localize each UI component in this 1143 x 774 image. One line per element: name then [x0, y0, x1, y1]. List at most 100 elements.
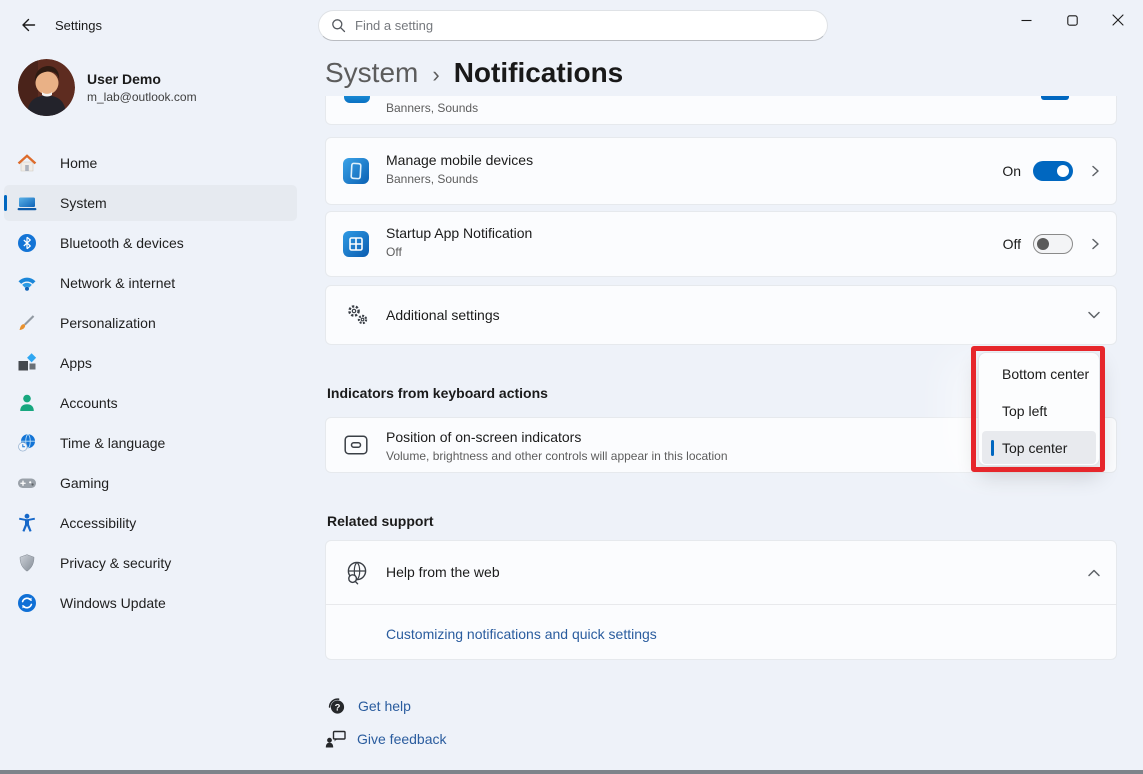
sidebar-item-label: Home	[60, 155, 97, 171]
search-icon	[331, 18, 346, 33]
manage-mobile-devices-row[interactable]: Manage mobile devices Banners, Sounds On	[325, 137, 1117, 205]
gaming-icon	[17, 473, 37, 493]
row-title: Help from the web	[386, 564, 500, 580]
chevron-right-icon[interactable]	[1088, 237, 1102, 251]
search-input[interactable]: Find a setting	[318, 10, 828, 41]
mobile-devices-icon	[342, 157, 370, 185]
toggle-knob	[1057, 165, 1069, 177]
app-title: Settings	[55, 18, 102, 33]
dropdown-option-label: Top center	[1002, 440, 1067, 456]
chevron-right-icon[interactable]	[1088, 164, 1102, 178]
settings-window: Settings Find a setting	[0, 0, 1143, 774]
privacy-icon	[17, 553, 37, 573]
dropdown-option-bottom-center[interactable]: Bottom center	[982, 355, 1096, 392]
sidebar-item-personalization[interactable]: Personalization	[4, 305, 297, 341]
chevron-up-icon[interactable]	[1086, 565, 1102, 581]
sidebar-item-label: Gaming	[60, 475, 109, 491]
give-feedback-label: Give feedback	[357, 731, 447, 747]
get-help-label: Get help	[358, 698, 411, 714]
breadcrumb: System › Notifications	[325, 57, 623, 89]
profile-name: User Demo	[87, 71, 197, 87]
chevron-down-icon[interactable]	[1086, 307, 1102, 323]
window-bottom-edge	[0, 770, 1143, 774]
maximize-icon	[1067, 15, 1078, 26]
row-subtitle: Volume, brightness and other controls wi…	[386, 449, 728, 463]
avatar	[18, 59, 75, 116]
breadcrumb-system[interactable]: System	[325, 57, 418, 89]
dropdown-option-top-left[interactable]: Top left	[982, 392, 1096, 429]
row-title: Manage mobile devices	[386, 152, 533, 168]
minimize-icon	[1021, 15, 1032, 26]
dropdown-option-label: Bottom center	[1002, 366, 1089, 382]
row-subtitle: Off	[386, 245, 402, 259]
dropdown-option-label: Top left	[1002, 403, 1047, 419]
windows-update-icon	[17, 593, 37, 613]
feedback-icon	[324, 728, 348, 750]
time-language-icon	[17, 433, 37, 453]
sidebar-item-label: Network & internet	[60, 275, 175, 291]
personalization-icon	[17, 313, 37, 333]
help-from-web-expander[interactable]: Help from the web	[326, 541, 1116, 604]
sidebar-item-label: Accessibility	[60, 515, 136, 531]
section-header-related-support: Related support	[327, 513, 434, 529]
user-profile[interactable]: User Demo m_lab@outlook.com	[18, 59, 197, 116]
home-icon	[17, 153, 37, 173]
network-icon	[17, 273, 37, 293]
sidebar-nav: Home System Bluetooth & devices	[4, 145, 297, 625]
sidebar-item-label: Apps	[60, 355, 92, 371]
sidebar-item-apps[interactable]: Apps	[4, 345, 297, 381]
profile-text: User Demo m_lab@outlook.com	[87, 71, 197, 104]
sidebar-item-gaming[interactable]: Gaming	[4, 465, 297, 501]
manage-mobile-devices-toggle[interactable]	[1033, 161, 1073, 181]
app-icon-clipped	[344, 96, 370, 103]
back-arrow-icon	[20, 17, 36, 33]
sidebar-item-bluetooth[interactable]: Bluetooth & devices	[4, 225, 297, 261]
on-screen-indicator-icon	[344, 435, 368, 455]
bluetooth-icon	[17, 233, 37, 253]
startup-app-notification-toggle[interactable]	[1033, 234, 1073, 254]
additional-settings-expander[interactable]: Additional settings	[325, 285, 1117, 345]
row-title: Additional settings	[386, 307, 500, 323]
notification-row-clipped[interactable]: Banners, Sounds	[325, 96, 1117, 125]
toggle-state-label: On	[961, 163, 1021, 179]
row-title: Startup App Notification	[386, 225, 532, 241]
customizing-notifications-link[interactable]: Customizing notifications and quick sett…	[386, 626, 657, 642]
sidebar-item-privacy[interactable]: Privacy & security	[4, 545, 297, 581]
row-subtitle: Banners, Sounds	[386, 101, 478, 115]
system-icon	[17, 193, 37, 213]
close-icon	[1112, 14, 1124, 26]
selected-indicator	[4, 195, 7, 211]
sidebar-item-network[interactable]: Network & internet	[4, 265, 297, 301]
search-placeholder: Find a setting	[355, 18, 433, 33]
gears-icon	[346, 303, 370, 327]
sidebar-item-accounts[interactable]: Accounts	[4, 385, 297, 421]
sidebar-item-label: Privacy & security	[60, 555, 171, 571]
give-feedback-link[interactable]: Give feedback	[324, 728, 447, 750]
sidebar-item-windows-update[interactable]: Windows Update	[4, 585, 297, 621]
page-title: Notifications	[454, 57, 624, 89]
sidebar-item-label: Accounts	[60, 395, 118, 411]
sidebar-item-accessibility[interactable]: Accessibility	[4, 505, 297, 541]
row-subtitle: Banners, Sounds	[386, 172, 478, 186]
close-button[interactable]	[1095, 0, 1141, 40]
toggle-clipped[interactable]	[1041, 96, 1069, 100]
minimize-button[interactable]	[1003, 0, 1049, 40]
position-dropdown-flyout: Bottom center Top left Top center	[978, 352, 1100, 466]
row-title: Position of on-screen indicators	[386, 429, 581, 445]
accounts-icon	[17, 393, 37, 413]
sidebar-item-time-language[interactable]: Time & language	[4, 425, 297, 461]
get-help-link[interactable]: ? Get help	[326, 695, 411, 717]
get-help-icon: ?	[326, 695, 348, 717]
sidebar-item-label: Bluetooth & devices	[60, 235, 184, 251]
accessibility-icon	[17, 513, 37, 533]
sidebar-item-label: Time & language	[60, 435, 165, 451]
card-divider	[326, 604, 1116, 605]
maximize-button[interactable]	[1049, 0, 1095, 40]
sidebar-item-system[interactable]: System	[4, 185, 297, 221]
sidebar-item-home[interactable]: Home	[4, 145, 297, 181]
sidebar-item-label: Personalization	[60, 315, 156, 331]
dropdown-option-top-center[interactable]: Top center	[982, 431, 1096, 464]
startup-app-notification-row[interactable]: Startup App Notification Off Off	[325, 211, 1117, 277]
globe-search-icon	[344, 559, 370, 587]
back-button[interactable]	[12, 11, 44, 39]
